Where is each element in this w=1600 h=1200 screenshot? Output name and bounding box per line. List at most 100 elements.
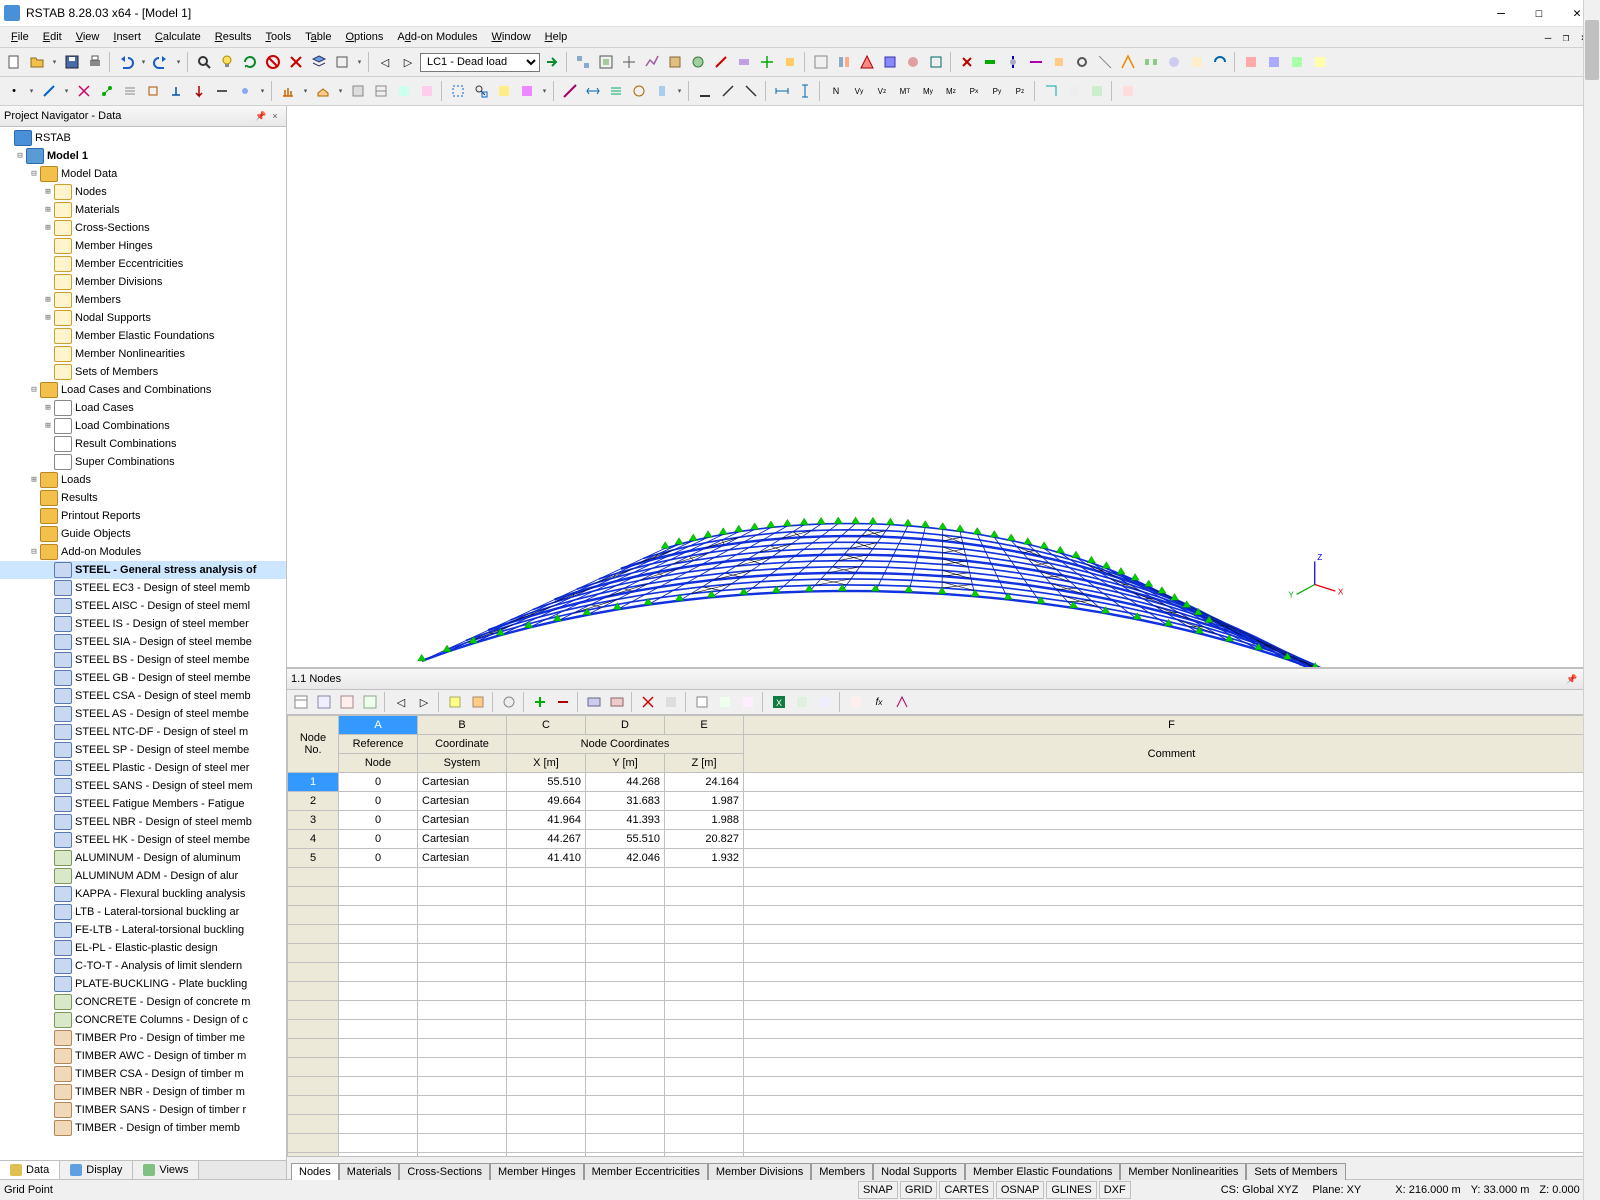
tool-e3[interactable] <box>119 80 141 102</box>
zoom-icon[interactable] <box>193 51 215 73</box>
table-tb-fx-icon[interactable]: fx <box>868 691 890 713</box>
tool-e6[interactable] <box>188 80 210 102</box>
tool-i3[interactable] <box>740 80 762 102</box>
mdi-minimize-icon[interactable]: – <box>1540 31 1556 44</box>
tool-a3[interactable] <box>618 51 640 73</box>
table-row[interactable] <box>288 1115 1600 1134</box>
table-tb-3[interactable] <box>336 691 358 713</box>
tree-addon-item[interactable]: PLATE-BUCKLING - Plate buckling <box>0 975 286 993</box>
table-tab[interactable]: Member Elastic Foundations <box>965 1163 1120 1180</box>
table-row[interactable] <box>288 1077 1600 1096</box>
table-row[interactable] <box>288 1001 1600 1020</box>
loadcase-select[interactable]: LC1 - Dead load <box>420 53 540 72</box>
table-row[interactable] <box>288 906 1600 925</box>
table-tb-9[interactable] <box>498 691 520 713</box>
table-row[interactable]: 40Cartesian44.26755.51020.827 <box>288 830 1600 849</box>
table-row[interactable]: 20Cartesian49.66431.6831.987 <box>288 792 1600 811</box>
tree-item[interactable]: Printout Reports <box>0 507 286 525</box>
table-tb-7[interactable] <box>444 691 466 713</box>
tree-addon-item[interactable]: TIMBER AWC - Design of timber m <box>0 1047 286 1065</box>
tree-item[interactable]: ⊞Materials <box>0 201 286 219</box>
tree-addon-modules[interactable]: ⊟Add-on Modules <box>0 543 286 561</box>
menu-help[interactable]: Help <box>538 29 575 45</box>
tree-addon-item[interactable]: TIMBER - Design of timber memb <box>0 1119 286 1137</box>
table-tab[interactable]: Nodal Supports <box>873 1163 965 1180</box>
dim-h-icon[interactable] <box>771 80 793 102</box>
tree-addon-item[interactable]: STEEL AS - Design of steel membe <box>0 705 286 723</box>
tree-addon-item[interactable]: STEEL GB - Design of steel membe <box>0 669 286 687</box>
redo-button[interactable] <box>150 51 172 73</box>
tool-a6[interactable] <box>687 51 709 73</box>
tree-addon-item[interactable]: ALUMINUM - Design of aluminum <box>0 849 286 867</box>
table-tb-19[interactable] <box>791 691 813 713</box>
tree-item[interactable]: Member Divisions <box>0 273 286 291</box>
tool-f2-dropdown[interactable]: ▾ <box>335 80 346 102</box>
node-tool-icon[interactable]: • <box>3 80 25 102</box>
tool-j2[interactable] <box>1063 80 1085 102</box>
nav-tab-display[interactable]: Display <box>60 1161 133 1179</box>
menu-calculate[interactable]: Calculate <box>148 29 208 45</box>
tool-a9[interactable] <box>756 51 778 73</box>
lightbulb-icon[interactable] <box>216 51 238 73</box>
table-grid[interactable]: NodeNo. A B C D E F Reference Coordinate <box>287 715 1600 1156</box>
tree-item[interactable]: Super Combinations <box>0 453 286 471</box>
layers-icon[interactable] <box>308 51 330 73</box>
result-my-icon[interactable]: My <box>917 80 939 102</box>
result-n-icon[interactable]: N <box>825 80 847 102</box>
tree-addon-item[interactable]: FE-LTB - Lateral-torsional buckling <box>0 921 286 939</box>
result-px-icon[interactable]: Px <box>963 80 985 102</box>
table-row[interactable] <box>288 944 1600 963</box>
table-row[interactable] <box>288 1020 1600 1039</box>
tree-addon-item[interactable]: C-TO-T - Analysis of limit slendern <box>0 957 286 975</box>
tool-g1[interactable] <box>493 80 515 102</box>
table-tab[interactable]: Cross-Sections <box>399 1163 490 1180</box>
tree-addon-item[interactable]: STEEL Plastic - Design of steel mer <box>0 759 286 777</box>
tool-k1[interactable] <box>1117 80 1139 102</box>
tree-addon-item[interactable]: STEEL CSA - Design of steel memb <box>0 687 286 705</box>
redo-dropdown[interactable]: ▾ <box>173 51 184 73</box>
menu-edit[interactable]: Edit <box>36 29 69 45</box>
menu-results[interactable]: Results <box>208 29 259 45</box>
tool-f2[interactable] <box>312 80 334 102</box>
tree-addon-item[interactable]: STEEL Fatigue Members - Fatigue <box>0 795 286 813</box>
tool-d4[interactable] <box>1309 51 1331 73</box>
result-vz-icon[interactable]: Vz <box>871 80 893 102</box>
tool-h1[interactable] <box>559 80 581 102</box>
tool-h4[interactable] <box>628 80 650 102</box>
lc-prev-icon[interactable]: ◁ <box>374 51 396 73</box>
table-tb-10[interactable] <box>529 691 551 713</box>
tree-model[interactable]: ⊟Model 1 <box>0 147 286 165</box>
tool-c11[interactable] <box>1186 51 1208 73</box>
tool-f1-dropdown[interactable]: ▾ <box>300 80 311 102</box>
result-mz-icon[interactable]: Mz <box>940 80 962 102</box>
status-osnap[interactable]: OSNAP <box>996 1181 1045 1199</box>
table-tab[interactable]: Members <box>811 1163 873 1180</box>
result-mt-icon[interactable]: MT <box>894 80 916 102</box>
table-tb-16[interactable] <box>691 691 713 713</box>
nav-tab-data[interactable]: Data <box>0 1161 60 1179</box>
tree-addon-item[interactable]: LTB - Lateral-torsional buckling ar <box>0 903 286 921</box>
menu-addon-modules[interactable]: Add-on Modules <box>390 29 484 45</box>
table-tb-20[interactable] <box>814 691 836 713</box>
tool-b5[interactable] <box>902 51 924 73</box>
tree-addon-item[interactable]: STEEL NTC-DF - Design of steel m <box>0 723 286 741</box>
table-tb-5[interactable]: ◁ <box>390 691 412 713</box>
result-vy-icon[interactable]: Vy <box>848 80 870 102</box>
tree-addon-selected[interactable]: STEEL - General stress analysis of <box>0 561 286 579</box>
tool-a8[interactable] <box>733 51 755 73</box>
minimize-button[interactable]: — <box>1482 1 1520 25</box>
tree-addon-item[interactable]: STEEL HK - Design of steel membe <box>0 831 286 849</box>
tool-b1[interactable] <box>810 51 832 73</box>
tool-f5[interactable] <box>393 80 415 102</box>
tool-d1[interactable] <box>1240 51 1262 73</box>
tree-addon-item[interactable]: EL-PL - Elastic-plastic design <box>0 939 286 957</box>
menu-window[interactable]: Window <box>485 29 538 45</box>
tool-e7[interactable] <box>211 80 233 102</box>
tree-addon-item[interactable]: STEEL EC3 - Design of steel memb <box>0 579 286 597</box>
table-tb-18[interactable] <box>737 691 759 713</box>
table-tb-12[interactable] <box>583 691 605 713</box>
open-button[interactable] <box>26 51 48 73</box>
node-tool-dropdown[interactable]: ▾ <box>26 80 37 102</box>
table-pin-icon[interactable]: 📌 <box>1562 674 1581 685</box>
zoom-window-icon[interactable] <box>470 80 492 102</box>
